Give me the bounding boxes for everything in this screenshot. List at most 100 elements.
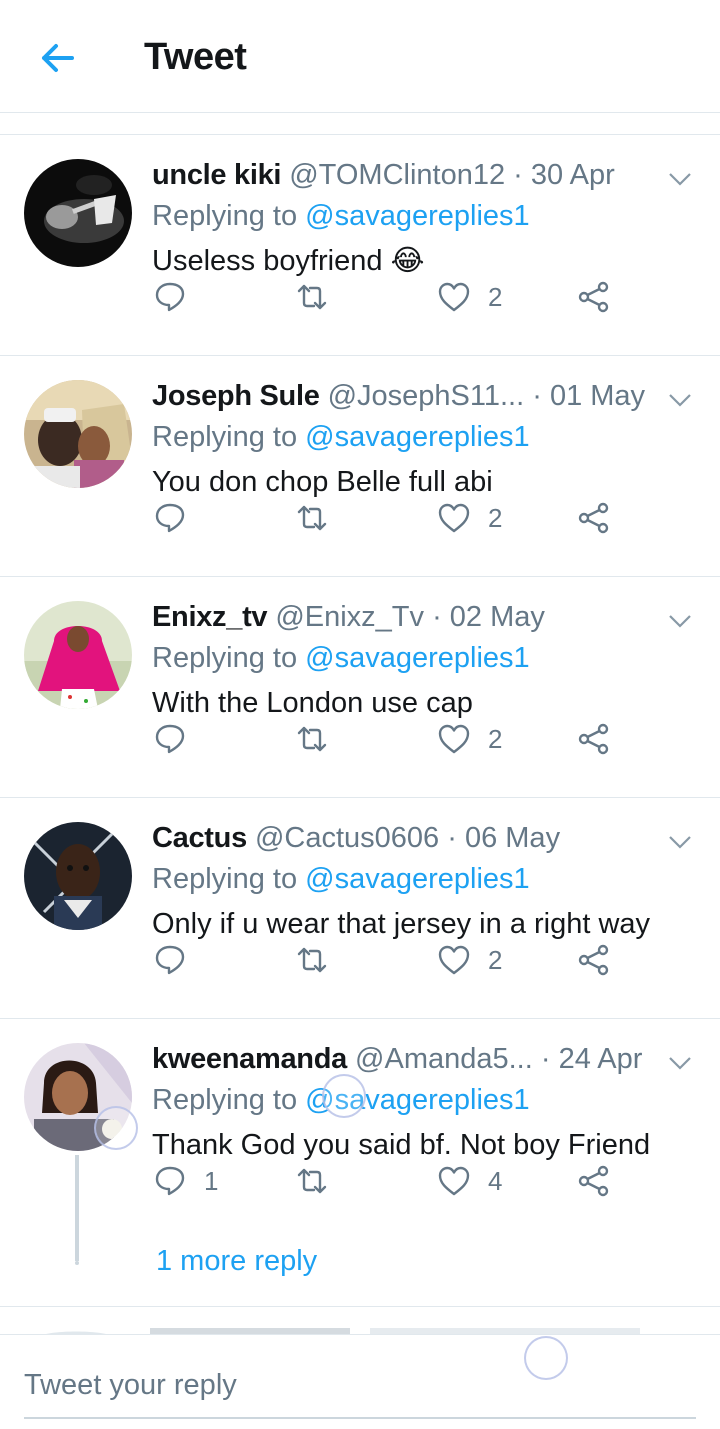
replying-to-label: Replying to xyxy=(152,1084,298,1116)
like-button[interactable]: 2 xyxy=(436,719,502,759)
tweet-date: · 06 May xyxy=(447,822,561,854)
like-button[interactable]: 2 xyxy=(436,940,502,980)
tweet-item[interactable]: Enixz_tv @Enixz_Tv · 02 May Replying to … xyxy=(0,577,720,798)
share-icon xyxy=(578,281,609,313)
tweet-date: · 02 May xyxy=(432,601,545,633)
touch-indicator xyxy=(94,1106,138,1150)
replying-to-label: Replying to xyxy=(152,642,298,674)
share-icon xyxy=(578,944,609,976)
share-icon xyxy=(578,723,609,755)
tweet-menu-button[interactable] xyxy=(664,384,696,416)
chevron-down-icon xyxy=(669,615,691,628)
retweet-icon xyxy=(297,726,327,752)
tweet-text: Only if u wear that jersey in a right wa… xyxy=(152,908,651,940)
retweet-button[interactable] xyxy=(294,277,346,317)
page-title: Tweet xyxy=(144,36,247,78)
like-button[interactable]: 4 xyxy=(436,1161,502,1201)
more-replies-link[interactable]: 1 more reply xyxy=(156,1245,317,1278)
avatar[interactable] xyxy=(24,822,132,930)
partial-tweet-preview xyxy=(40,1328,640,1336)
reply-button[interactable] xyxy=(152,498,204,538)
partial-tweet xyxy=(0,1306,720,1336)
avatar[interactable] xyxy=(24,601,132,709)
reply-icon xyxy=(155,282,185,312)
replying-to-label: Replying to xyxy=(152,863,298,895)
tweet-item[interactable]: uncle kiki @TOMClinton12 · 30 Apr Replyi… xyxy=(0,135,720,356)
reply-icon xyxy=(155,1166,185,1196)
like-count: 4 xyxy=(488,1165,503,1196)
replying-to: Replying to @savagereplies1 xyxy=(152,417,530,457)
tweet-date: · 24 Apr xyxy=(540,1043,643,1075)
user-name[interactable]: uncle kiki xyxy=(152,159,281,191)
share-button[interactable] xyxy=(576,277,612,317)
retweet-button[interactable] xyxy=(294,1161,346,1201)
reply-icon xyxy=(155,945,185,975)
retweet-button[interactable] xyxy=(294,498,346,538)
chevron-down-icon xyxy=(669,836,691,849)
user-name[interactable]: Joseph Sule xyxy=(152,380,320,412)
user-handle: @Amanda5... xyxy=(355,1043,533,1075)
mention-link[interactable]: @savagereplies1 xyxy=(305,200,530,232)
app-header: Tweet xyxy=(0,0,720,113)
retweet-button[interactable] xyxy=(294,719,346,759)
reply-count: 1 xyxy=(204,1165,219,1196)
tweet-header: kweenamanda @Amanda5... · 24 Apr xyxy=(152,1039,652,1079)
laughing-emoji: 😂 xyxy=(390,245,425,277)
heart-icon xyxy=(438,724,470,754)
avatar[interactable] xyxy=(24,159,132,267)
heart-icon xyxy=(438,503,470,533)
like-count: 2 xyxy=(488,723,503,754)
replying-to-label: Replying to xyxy=(152,421,298,453)
share-button[interactable] xyxy=(576,1161,612,1201)
reply-button[interactable]: 1 xyxy=(152,1161,218,1201)
tweet-date: · 01 May xyxy=(532,380,646,412)
reply-composer[interactable]: Tweet your reply xyxy=(0,1334,720,1429)
tweet-item[interactable]: Cactus @Cactus0606 · 06 May Replying to … xyxy=(0,798,720,1019)
share-button[interactable] xyxy=(576,719,612,759)
replying-to: Replying to @savagereplies1 xyxy=(152,859,530,899)
retweet-icon xyxy=(297,505,327,531)
avatar[interactable] xyxy=(24,380,132,488)
tweet-actions: 2 xyxy=(152,277,632,317)
share-button[interactable] xyxy=(576,940,612,980)
tweet-menu-button[interactable] xyxy=(664,605,696,637)
like-button[interactable]: 2 xyxy=(436,277,502,317)
user-handle: @TOMClinton12 xyxy=(289,159,506,191)
tweet-menu-button[interactable] xyxy=(664,163,696,195)
tweet-text: Useless boyfriend 😂 xyxy=(152,241,424,281)
reply-input[interactable]: Tweet your reply xyxy=(24,1369,237,1402)
tweet-text: With the London use cap xyxy=(152,687,473,719)
tweet-item[interactable]: Joseph Sule @JosephS11... · 01 May Reply… xyxy=(0,356,720,577)
tweet-menu-button[interactable] xyxy=(664,1047,696,1079)
mention-link[interactable]: @savagereplies1 xyxy=(305,642,530,674)
chevron-down-icon xyxy=(669,1057,691,1070)
mention-link[interactable]: @savagereplies1 xyxy=(305,421,530,453)
replying-to-label: Replying to xyxy=(152,200,298,232)
reply-button[interactable] xyxy=(152,719,204,759)
share-button[interactable] xyxy=(576,498,612,538)
like-count: 2 xyxy=(488,281,503,312)
like-count: 2 xyxy=(488,944,503,975)
heart-icon xyxy=(438,945,470,975)
heart-icon xyxy=(438,282,470,312)
user-name[interactable]: kweenamanda xyxy=(152,1043,347,1075)
tweet-header: Joseph Sule @JosephS11... · 01 May xyxy=(152,376,652,416)
reply-button[interactable] xyxy=(152,277,204,317)
tweet-actions: 2 xyxy=(152,719,632,759)
like-button[interactable]: 2 xyxy=(436,498,502,538)
replying-to: Replying to @savagereplies1 xyxy=(152,638,530,678)
user-handle: @Cactus0606 xyxy=(254,822,440,854)
touch-indicator xyxy=(524,1336,568,1380)
chevron-down-icon xyxy=(669,394,691,407)
tweet-item[interactable]: kweenamanda @Amanda5... · 24 Apr Replyin… xyxy=(0,1019,720,1307)
mention-link[interactable]: @savagereplies1 xyxy=(305,863,530,895)
user-name[interactable]: Enixz_tv xyxy=(152,601,268,633)
back-button[interactable] xyxy=(36,36,80,80)
tweet-date: · 30 Apr xyxy=(513,159,615,191)
reply-button[interactable] xyxy=(152,940,204,980)
retweet-button[interactable] xyxy=(294,940,346,980)
user-name[interactable]: Cactus xyxy=(152,822,247,854)
share-icon xyxy=(578,1165,609,1197)
heart-icon xyxy=(438,1166,470,1196)
tweet-menu-button[interactable] xyxy=(664,826,696,858)
